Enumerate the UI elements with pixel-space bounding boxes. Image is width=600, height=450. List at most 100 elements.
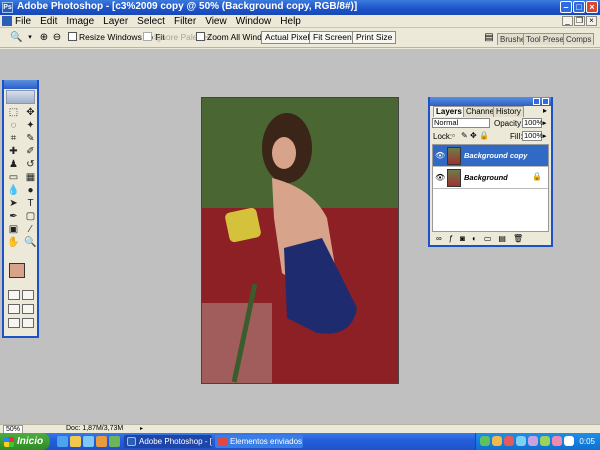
media-quicklaunch-icon[interactable] xyxy=(83,436,94,447)
tray-volume-icon[interactable] xyxy=(516,436,526,446)
menu-view[interactable]: View xyxy=(205,16,227,27)
palette-close-button[interactable] xyxy=(542,98,549,105)
lock-image-icon[interactable]: ✎ xyxy=(461,130,468,141)
opacity-slider-icon[interactable]: ▸ xyxy=(543,118,547,129)
magic-wand-tool-icon[interactable]: ✦ xyxy=(23,120,38,132)
tray-antivirus-icon[interactable] xyxy=(504,436,514,446)
opacity-input[interactable]: 100% xyxy=(522,118,543,128)
standard-mode-icon[interactable] xyxy=(8,290,20,300)
marquee-tool-icon[interactable]: ⬚ xyxy=(6,107,21,119)
tab-layers[interactable]: Layers xyxy=(433,106,465,117)
hand-tool-icon[interactable]: ✋ xyxy=(6,237,21,249)
brush-tool-icon[interactable]: ✐ xyxy=(23,146,38,158)
link-icon[interactable]: ∞ xyxy=(436,233,442,245)
eye-icon[interactable]: 👁 xyxy=(435,151,445,160)
layer-style-icon[interactable]: ƒ xyxy=(449,233,453,245)
document-canvas[interactable] xyxy=(201,97,399,384)
status-menu-icon[interactable]: ▸ xyxy=(140,425,143,433)
lasso-tool-icon[interactable]: ◌ xyxy=(6,120,21,132)
zoom-tool-icon[interactable]: 🔍 xyxy=(10,32,22,44)
clone-stamp-tool-icon[interactable]: ♟ xyxy=(6,159,21,171)
type-tool-icon[interactable]: T xyxy=(23,198,38,210)
adjustment-layer-icon[interactable]: ◐ xyxy=(472,233,477,245)
eyedropper-tool-icon[interactable]: ⁄ xyxy=(23,224,38,236)
well-tab-comps[interactable]: Comps xyxy=(563,33,595,45)
palette-menu-icon[interactable]: ▸ xyxy=(541,106,549,117)
start-button[interactable]: Inicio xyxy=(0,433,50,450)
eye-icon[interactable]: 👁 xyxy=(435,173,445,182)
tray-messenger-icon[interactable] xyxy=(492,436,502,446)
doc-minimize-button[interactable]: _ xyxy=(562,16,573,26)
menu-layer[interactable]: Layer xyxy=(103,16,128,27)
messenger-quicklaunch-icon[interactable] xyxy=(96,436,107,447)
menu-file[interactable]: File xyxy=(15,16,31,27)
close-button[interactable]: × xyxy=(586,1,598,13)
task-photoshop[interactable]: Adobe Photoshop - [c... xyxy=(124,435,212,448)
zoom-out-icon[interactable]: ⊖ xyxy=(51,32,63,44)
menu-filter[interactable]: Filter xyxy=(174,16,196,27)
slice-tool-icon[interactable]: ✎ xyxy=(23,133,38,145)
trash-icon[interactable]: 🗑 xyxy=(513,233,523,245)
full-screen-mode-icon[interactable] xyxy=(8,318,20,328)
tray-network-icon[interactable] xyxy=(480,436,490,446)
palette-minimize-button[interactable] xyxy=(533,98,540,105)
notes-tool-icon[interactable]: ▣ xyxy=(6,224,21,236)
new-group-icon[interactable]: ▭ xyxy=(484,233,492,245)
zoom-tool-box-icon[interactable]: 🔍 xyxy=(23,237,38,249)
tray-security-icon[interactable] xyxy=(540,436,550,446)
menu-edit[interactable]: Edit xyxy=(40,16,57,27)
lock-all-icon[interactable]: 🔒 xyxy=(479,130,489,141)
layer-mask-icon[interactable]: ◙ xyxy=(460,233,465,245)
shape-tool-icon[interactable]: ▢ xyxy=(23,211,38,223)
minimize-button[interactable]: – xyxy=(560,1,572,13)
desktop-quicklaunch-icon[interactable] xyxy=(70,436,81,447)
menu-help[interactable]: Help xyxy=(280,16,301,27)
gradient-tool-icon[interactable]: ▦ xyxy=(23,172,38,184)
clock[interactable]: 0:05 xyxy=(579,433,595,450)
quick-mask-mode-icon[interactable] xyxy=(22,290,34,300)
layer-row-background-copy[interactable]: 👁 Background copy xyxy=(433,145,548,167)
history-brush-tool-icon[interactable]: ↺ xyxy=(23,159,38,171)
fill-input[interactable]: 100% xyxy=(522,131,543,141)
move-tool-icon[interactable]: ✥ xyxy=(23,107,38,119)
blend-mode-select[interactable]: Normal xyxy=(432,118,490,128)
dodge-tool-icon[interactable]: ● xyxy=(23,185,38,197)
tool-preset-dropdown-icon[interactable]: ▾ xyxy=(24,32,36,44)
ie-quicklaunch-icon[interactable] xyxy=(57,436,68,447)
layer-row-background[interactable]: 👁 Background 🔒 xyxy=(433,167,548,189)
new-layer-icon[interactable]: ▤ xyxy=(498,233,506,245)
jump-to-imageready-icon[interactable] xyxy=(22,318,34,328)
toolbox-title-bar[interactable] xyxy=(4,80,37,89)
foreground-color-swatch[interactable] xyxy=(9,263,25,278)
healing-brush-tool-icon[interactable]: ✚ xyxy=(6,146,21,158)
print-size-button[interactable]: Print Size xyxy=(352,31,397,44)
pen-tool-icon[interactable]: ✒ xyxy=(6,211,21,223)
task-sent-items[interactable]: Elementos enviados - ... xyxy=(215,435,303,448)
lock-position-icon[interactable]: ✥ xyxy=(470,130,477,141)
layers-palette-title-bar[interactable] xyxy=(430,97,551,106)
tab-history[interactable]: History xyxy=(493,106,524,117)
file-browser-icon[interactable]: ▤ xyxy=(483,32,495,44)
crop-tool-icon[interactable]: ⌗ xyxy=(6,133,21,145)
path-selection-tool-icon[interactable]: ➤ xyxy=(6,198,21,210)
maximize-button[interactable]: □ xyxy=(573,1,585,13)
doc-close-button[interactable]: × xyxy=(586,16,597,26)
blur-tool-icon[interactable]: 💧 xyxy=(6,185,21,197)
document-icon[interactable] xyxy=(2,16,12,26)
zoom-in-icon[interactable]: ⊕ xyxy=(38,32,50,44)
lock-transparency-icon[interactable]: ▫ xyxy=(452,130,455,141)
menu-image[interactable]: Image xyxy=(66,16,94,27)
app-quicklaunch-icon[interactable] xyxy=(109,436,120,447)
menu-select[interactable]: Select xyxy=(137,16,165,27)
menu-window[interactable]: Window xyxy=(236,16,272,27)
screen-mode-full-menu-icon[interactable] xyxy=(22,304,34,314)
eraser-tool-icon[interactable]: ▭ xyxy=(6,172,21,184)
tray-app-icon[interactable] xyxy=(528,436,538,446)
adobe-online-icon[interactable] xyxy=(6,90,35,104)
doc-restore-button[interactable]: ❐ xyxy=(574,16,585,26)
screen-mode-standard-icon[interactable] xyxy=(8,304,20,314)
fill-slider-icon[interactable]: ▸ xyxy=(543,131,547,142)
fit-screen-button[interactable]: Fit Screen xyxy=(309,31,356,44)
tray-display-icon[interactable] xyxy=(564,436,574,446)
tray-update-icon[interactable] xyxy=(552,436,562,446)
